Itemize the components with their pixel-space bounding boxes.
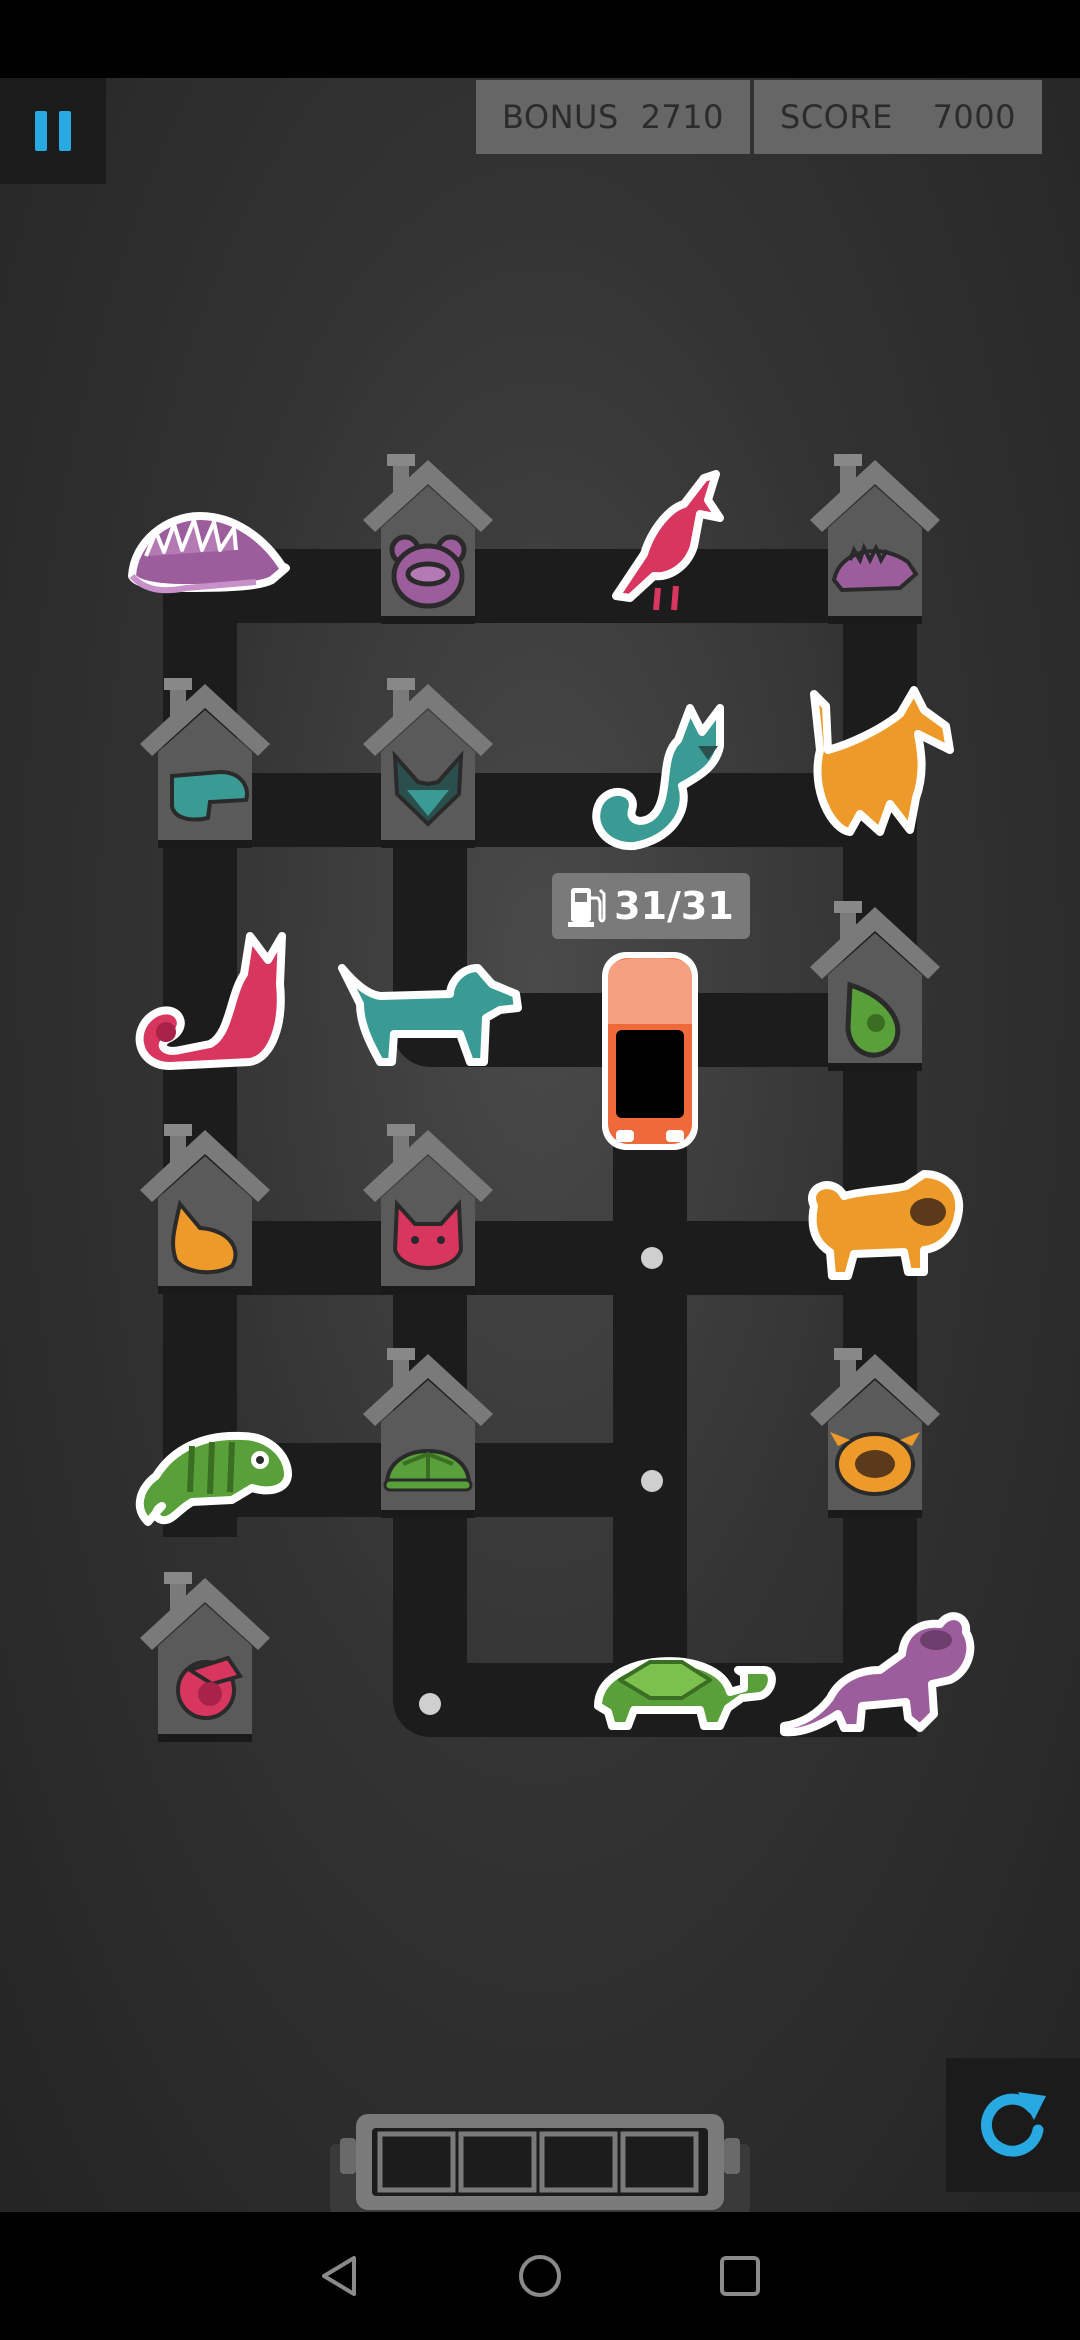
system-nav-bar xyxy=(0,2212,1080,2340)
house-chameleon xyxy=(808,901,944,1071)
home-button[interactable] xyxy=(510,2246,570,2306)
pause-button[interactable] xyxy=(0,78,106,184)
game-board xyxy=(128,454,975,1742)
house-pug xyxy=(808,1348,944,1518)
score-value: 7000 xyxy=(932,98,1016,136)
roads xyxy=(163,549,917,1737)
fuel-badge: 31/31 xyxy=(552,873,750,939)
fuel-text: 31/31 xyxy=(614,884,734,928)
house-cardinal xyxy=(138,1572,274,1742)
delivery-car[interactable] xyxy=(602,952,698,1150)
score-label: SCORE xyxy=(780,98,893,136)
bonus-value: 2710 xyxy=(640,98,724,136)
tray-slot xyxy=(539,2131,618,2193)
square-recents-icon xyxy=(720,2256,760,2296)
recents-button[interactable] xyxy=(710,2246,770,2306)
pause-icon xyxy=(35,111,47,151)
house-hedgehog xyxy=(808,454,944,624)
bear-face-icon xyxy=(389,534,467,609)
restart-icon xyxy=(980,2092,1046,2157)
hedgehog-animal[interactable] xyxy=(128,512,290,594)
triangle-back-icon xyxy=(322,2256,356,2296)
circle-home-icon xyxy=(519,2255,561,2297)
status-bar xyxy=(0,0,1080,78)
fuel-pump-icon xyxy=(568,888,606,927)
restart-button[interactable] xyxy=(946,2058,1080,2192)
bonus-label: BONUS xyxy=(502,98,619,136)
tray-slot xyxy=(458,2131,537,2193)
tray-slot xyxy=(377,2131,456,2193)
game-area: BONUS 2710 SCORE 7000 31/31 xyxy=(0,78,1080,2212)
tray-slot xyxy=(620,2131,699,2193)
car-capacity-tray xyxy=(330,2114,750,2212)
bonus-display: BONUS 2710 xyxy=(476,80,750,154)
score-display: SCORE 7000 xyxy=(754,80,1042,154)
back-button[interactable] xyxy=(310,2246,370,2306)
